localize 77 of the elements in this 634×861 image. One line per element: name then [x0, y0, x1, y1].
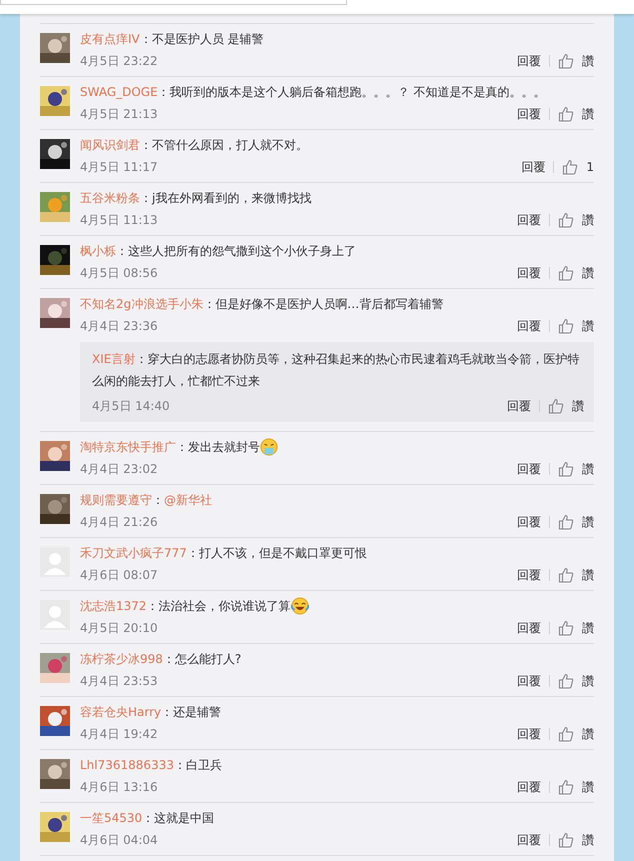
comment-text: ：这就是中国	[142, 810, 214, 826]
like-count[interactable]: 讚	[582, 460, 594, 478]
comment-text: ：我听到的版本是这个人躺后备箱想跑。。。？ 不知道是不是真的。。。	[158, 84, 546, 100]
thumbs-up-icon[interactable]	[562, 159, 578, 175]
like-count[interactable]: 讚	[582, 726, 594, 742]
reply-link[interactable]: 回覆	[521, 158, 546, 176]
reply-link[interactable]: 回覆	[517, 52, 541, 70]
comment-time: 4月5日 20:10	[80, 620, 158, 636]
thumbs-up-icon[interactable]	[558, 673, 574, 689]
reply-link[interactable]: 回覆	[517, 318, 541, 334]
comment-text: ：法治社会，你说谁说了算	[146, 598, 291, 614]
thumbs-up-icon[interactable]	[558, 620, 574, 636]
thumbs-up-icon[interactable]	[558, 265, 574, 281]
comment-time: 4月6日 04:04	[80, 832, 158, 848]
comment-time: 4月4日 23:36	[80, 318, 158, 334]
reply-link[interactable]: 回覆	[517, 460, 541, 478]
like-count[interactable]: 讚	[582, 566, 594, 584]
comment-time: 4月5日 14:40	[92, 398, 170, 414]
comment-time: 4月6日 13:16	[80, 778, 158, 796]
reply-link[interactable]: 回覆	[517, 264, 541, 282]
reply-link[interactable]: 回覆	[517, 620, 541, 636]
comment-time: 4月6日 08:07	[80, 566, 158, 584]
comment-text: ：怎么能打人?	[162, 651, 242, 667]
comment-time: 4月5日 11:13	[80, 212, 158, 228]
thumbs-up-icon[interactable]	[558, 106, 574, 122]
like-count[interactable]: 讚	[582, 212, 594, 228]
thumbs-up-icon[interactable]	[558, 567, 574, 583]
like-count[interactable]: 1	[586, 160, 594, 174]
reply-text: XIE言射：穿大白的志愿者协防员等，这种召集起来的热心市民逮着鸡毛就敢当令箭，医护特么闲的能去打人，忙都忙不过来	[92, 351, 580, 390]
thumbs-up-icon[interactable]	[558, 779, 574, 795]
reply-link[interactable]: 回覆	[517, 832, 541, 848]
comment-time: 4月5日 21:13	[80, 106, 158, 122]
comment-text: ：发出去就封号	[176, 439, 260, 455]
comment-time: 4月5日 23:22	[80, 52, 158, 70]
reply-link[interactable]: 回覆	[517, 778, 541, 796]
like-count[interactable]: 讚	[582, 514, 594, 530]
thumbs-up-icon[interactable]	[558, 318, 574, 334]
like-count[interactable]: 讚	[582, 620, 594, 636]
thumbs-up-icon[interactable]	[558, 212, 574, 228]
like-count[interactable]: 讚	[572, 398, 584, 414]
comment-text: ：白卫兵	[174, 757, 222, 773]
vomit-emoji-icon	[260, 438, 278, 456]
like-count[interactable]: 讚	[582, 264, 594, 282]
comment-text: ：	[152, 492, 164, 508]
reply-link[interactable]: 回覆	[517, 514, 541, 530]
comment-time: 4月4日 23:02	[80, 460, 158, 478]
like-count[interactable]: 讚	[582, 52, 594, 70]
comment-text: ：不管什么原因，打人就不对。	[140, 137, 308, 153]
laughing-tears-emoji-icon	[290, 597, 309, 615]
comment-text: ：这些人把所有的怨气撒到这个小伙子身上了	[116, 243, 356, 259]
thumbs-up-icon[interactable]	[558, 461, 574, 477]
like-count[interactable]: 讚	[582, 672, 594, 690]
thumbs-up-icon[interactable]	[548, 398, 564, 414]
like-count[interactable]: 讚	[582, 318, 594, 334]
thumbs-up-icon[interactable]	[558, 514, 574, 530]
comment-text: ：但是好像不是医护人员啊…背后都写着辅警	[203, 296, 444, 312]
reply-link[interactable]: 回覆	[517, 106, 541, 122]
comment-text: ：打人不该，但是不戴口罩更可恨	[186, 545, 367, 561]
thumbs-up-icon[interactable]	[558, 53, 574, 69]
comment-time: 4月5日 11:17	[80, 158, 158, 176]
comment-time: 4月4日 21:26	[80, 514, 158, 530]
reply-link[interactable]: 回覆	[507, 398, 531, 414]
comment-text: ：还是辅警	[161, 704, 222, 720]
comment-time: 4月4日 19:42	[80, 726, 158, 742]
comment-text: ：j我在外网看到的，来微博找找	[140, 190, 312, 206]
like-count[interactable]: 讚	[582, 106, 594, 122]
like-count[interactable]: 讚	[582, 832, 594, 848]
comment-time: 4月5日 08:56	[80, 264, 158, 282]
reply-link[interactable]: 回覆	[517, 212, 541, 228]
reply-link[interactable]: 回覆	[517, 672, 541, 690]
comment-text: ：不是医护人员 是辅警	[140, 31, 264, 47]
reply-link[interactable]: 回覆	[517, 726, 541, 742]
thumbs-up-icon[interactable]	[558, 832, 574, 848]
comment-time: 4月4日 23:53	[80, 672, 158, 690]
reply-link[interactable]: 回覆	[517, 566, 541, 584]
like-count[interactable]: 讚	[582, 778, 594, 796]
thumbs-up-icon[interactable]	[558, 726, 574, 742]
